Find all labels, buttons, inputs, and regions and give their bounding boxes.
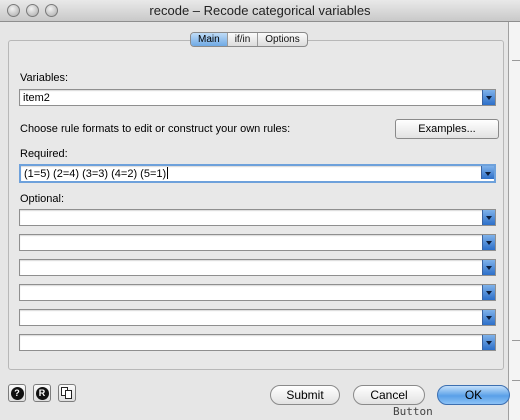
chevron-down-icon[interactable]: [482, 310, 495, 325]
optional-rule-combobox-1[interactable]: [19, 209, 496, 226]
help-button[interactable]: ?: [8, 384, 26, 402]
required-label: Required:: [20, 148, 68, 160]
window-title: recode – Recode categorical variables: [149, 3, 371, 18]
required-rules-value: (1=5) (2=4) (3=3) (4=2) (5=1): [24, 167, 169, 180]
main-panel: Variables: item2 Choose rule formats to …: [8, 40, 504, 370]
background-window-edge: [508, 22, 520, 420]
copy-icon: [61, 387, 73, 399]
submit-button[interactable]: Submit: [270, 385, 340, 405]
title-bar: recode – Recode categorical variables: [0, 0, 520, 22]
rules-instruction: Choose rule formats to edit or construct…: [20, 123, 291, 135]
examples-button[interactable]: Examples...: [395, 119, 499, 139]
help-icon: ?: [10, 387, 24, 400]
optional-rule-combobox-4[interactable]: [19, 284, 496, 301]
background-divider: [512, 60, 520, 61]
tab-main[interactable]: Main: [191, 33, 228, 46]
optional-rule-combobox-3[interactable]: [19, 259, 496, 276]
background-window-text: Button: [393, 405, 433, 418]
tab-if-in[interactable]: if/in: [228, 33, 259, 46]
chevron-down-icon[interactable]: [482, 210, 495, 225]
cancel-button[interactable]: Cancel: [353, 385, 425, 405]
chevron-down-icon[interactable]: [482, 285, 495, 300]
tab-options[interactable]: Options: [258, 33, 306, 46]
optional-rule-combobox-6[interactable]: [19, 334, 496, 351]
reset-button[interactable]: R: [33, 384, 51, 402]
optional-rule-combobox-5[interactable]: [19, 309, 496, 326]
text-caret: [167, 167, 169, 179]
variables-label: Variables:: [20, 72, 69, 84]
chevron-down-icon[interactable]: [481, 166, 494, 179]
optional-label: Optional:: [20, 193, 65, 205]
required-rules-combobox[interactable]: (1=5) (2=4) (3=3) (4=2) (5=1): [19, 164, 496, 183]
ok-button[interactable]: OK: [437, 385, 510, 405]
copy-command-button[interactable]: [58, 384, 76, 402]
chevron-down-icon[interactable]: [482, 260, 495, 275]
variables-combobox[interactable]: item2: [19, 89, 496, 106]
optional-rule-combobox-2[interactable]: [19, 234, 496, 251]
reset-icon: R: [35, 387, 49, 400]
tab-bar: Main if/in Options: [190, 32, 308, 47]
variables-value: item2: [23, 92, 50, 104]
background-divider: [512, 340, 520, 341]
chevron-down-icon[interactable]: [482, 235, 495, 250]
chevron-down-icon[interactable]: [482, 90, 495, 105]
chevron-down-icon[interactable]: [482, 335, 495, 350]
background-divider: [512, 380, 520, 381]
